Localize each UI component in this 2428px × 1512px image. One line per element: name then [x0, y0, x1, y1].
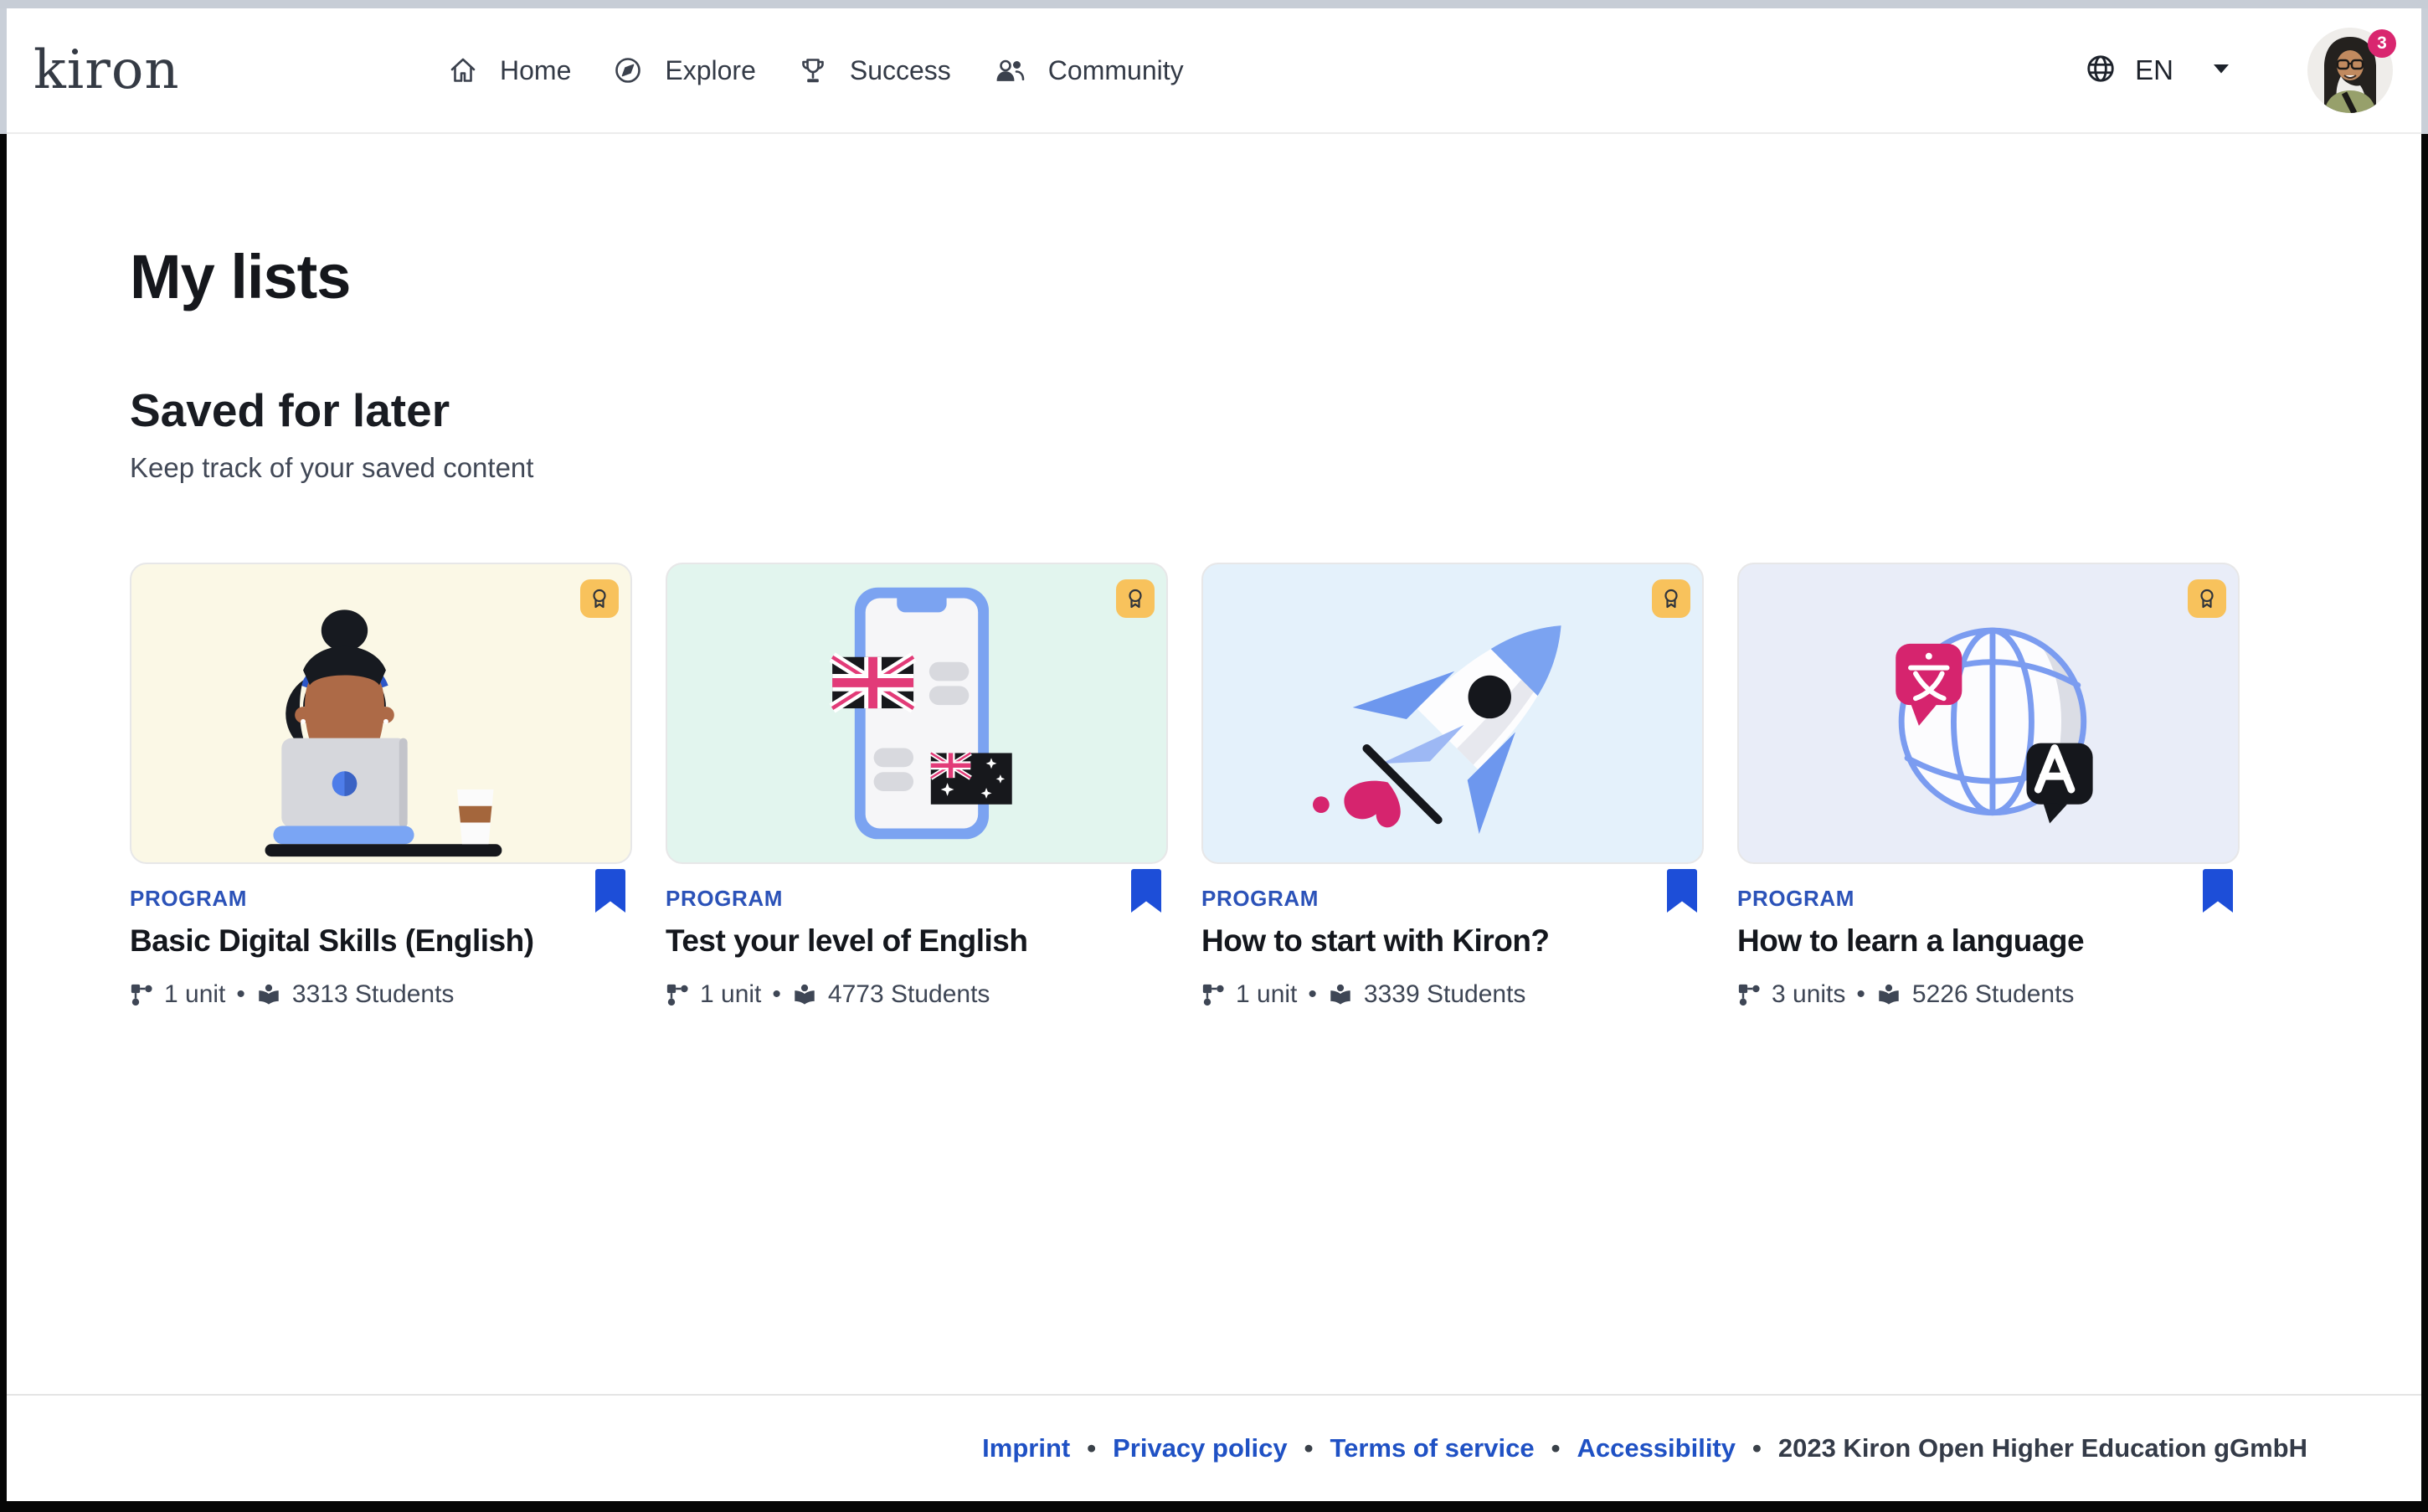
card-illustration-globe-translate — [1737, 563, 2240, 864]
students-label: 5226 Students — [1912, 980, 2075, 1009]
home-icon — [448, 55, 478, 85]
meta-separator: • — [1308, 980, 1317, 1009]
window-frame-bottom — [0, 1501, 2428, 1512]
students-icon — [792, 982, 817, 1007]
card-meta: 1 unit • 3313 Students — [130, 980, 632, 1009]
footer-separator: • — [1304, 1433, 1314, 1463]
footer-link-terms-of-service[interactable]: Terms of service — [1330, 1433, 1534, 1463]
card-meta: 1 unit • 3339 Students — [1201, 980, 1704, 1009]
units-icon — [1201, 983, 1225, 1006]
award-badge — [1652, 579, 1690, 618]
students-label: 3313 Students — [292, 980, 455, 1009]
card-illustration-rocket — [1201, 563, 1704, 864]
award-badge — [580, 579, 619, 618]
card-title: How to start with Kiron? — [1201, 923, 1704, 959]
footer-link-privacy-policy[interactable]: Privacy policy — [1113, 1433, 1288, 1463]
footer-separator: • — [1087, 1433, 1096, 1463]
footer-link-imprint[interactable]: Imprint — [982, 1433, 1070, 1463]
section-title: Saved for later — [130, 383, 450, 437]
students-label: 4773 Students — [828, 980, 990, 1009]
kiron-logo[interactable]: kiron — [33, 39, 180, 101]
person-at-laptop-illustration — [131, 564, 630, 862]
meta-separator: • — [236, 980, 245, 1009]
globe-translate-illustration — [1739, 564, 2238, 862]
meta-separator: • — [772, 980, 781, 1009]
window-frame-left-header — [0, 8, 7, 134]
bookmark-button[interactable] — [1667, 869, 1697, 915]
nav-label: Explore — [665, 55, 756, 86]
section-subtitle: Keep track of your saved content — [130, 452, 533, 484]
units-label: 1 unit — [164, 980, 225, 1009]
compass-icon — [613, 55, 643, 85]
trophy-icon — [798, 55, 828, 85]
bookmark-button[interactable] — [2203, 869, 2233, 915]
award-badge — [1116, 579, 1155, 618]
nav-label: Success — [850, 55, 951, 86]
meta-separator: • — [1856, 980, 1865, 1009]
card-illustration-person-at-laptop — [130, 563, 632, 864]
footer-separator: • — [1551, 1433, 1561, 1463]
card-info: PROGRAM How to learn a language 3 units … — [1737, 864, 2240, 1009]
card-meta: 1 unit • 4773 Students — [666, 980, 1168, 1009]
card-title: How to learn a language — [1737, 923, 2240, 959]
nav-label: Community — [1048, 55, 1184, 86]
language-code: EN — [2135, 54, 2173, 86]
globe-icon — [2085, 53, 2117, 89]
program-card[interactable]: PROGRAM How to learn a language 3 units … — [1737, 563, 2240, 1009]
bookmark-button[interactable] — [1131, 869, 1161, 915]
program-card[interactable]: PROGRAM Test your level of English 1 uni… — [666, 563, 1168, 1009]
people-icon — [993, 55, 1026, 85]
nav-item-success[interactable]: Success — [798, 55, 951, 86]
nav-item-explore[interactable]: Explore — [613, 55, 756, 86]
header-right-cluster: EN 3 — [2085, 8, 2393, 132]
window-frame-top — [0, 0, 2428, 8]
footer-link-accessibility[interactable]: Accessibility — [1577, 1433, 1736, 1463]
units-label: 1 unit — [700, 980, 761, 1009]
footer-copyright: 2023 Kiron Open Higher Education gGmbH — [1778, 1433, 2307, 1463]
students-label: 3339 Students — [1364, 980, 1526, 1009]
award-badge — [2188, 579, 2226, 618]
nav-label: Home — [500, 55, 571, 86]
window-frame-right-header — [2421, 8, 2428, 134]
card-tag: PROGRAM — [1201, 864, 1704, 912]
footer: Imprint • Privacy policy • Terms of serv… — [7, 1394, 2421, 1501]
card-illustration-phone-with-flags — [666, 563, 1168, 864]
window-frame-right — [2421, 134, 2428, 1512]
rocket-illustration — [1203, 564, 1702, 862]
units-icon — [130, 983, 153, 1006]
nav-item-community[interactable]: Community — [993, 55, 1184, 86]
units-label: 1 unit — [1236, 980, 1297, 1009]
students-icon — [1328, 982, 1353, 1007]
card-tag: PROGRAM — [1737, 864, 2240, 912]
nav-item-home[interactable]: Home — [448, 55, 571, 86]
card-info: PROGRAM How to start with Kiron? 1 unit … — [1201, 864, 1704, 1009]
window-frame-left — [0, 134, 7, 1512]
units-icon — [666, 983, 689, 1006]
user-avatar[interactable]: 3 — [2307, 28, 2393, 113]
card-tag: PROGRAM — [130, 864, 632, 912]
saved-cards-row: PROGRAM Basic Digital Skills (English) 1… — [130, 563, 2240, 1009]
program-card[interactable]: PROGRAM How to start with Kiron? 1 unit … — [1201, 563, 1704, 1009]
card-tag: PROGRAM — [666, 864, 1168, 912]
language-switcher[interactable]: EN — [2085, 53, 2230, 89]
card-title: Test your level of English — [666, 923, 1168, 959]
program-card[interactable]: PROGRAM Basic Digital Skills (English) 1… — [130, 563, 632, 1009]
bookmark-button[interactable] — [595, 869, 625, 915]
students-icon — [256, 982, 281, 1007]
page-title: My lists — [130, 241, 350, 312]
notification-badge: 3 — [2368, 29, 2396, 58]
footer-separator: • — [1752, 1433, 1762, 1463]
card-info: PROGRAM Test your level of English 1 uni… — [666, 864, 1168, 1009]
chevron-down-icon — [2212, 63, 2230, 79]
main-nav: Home Explore Success — [448, 8, 1184, 132]
card-info: PROGRAM Basic Digital Skills (English) 1… — [130, 864, 632, 1009]
card-meta: 3 units • 5226 Students — [1737, 980, 2240, 1009]
card-title: Basic Digital Skills (English) — [130, 923, 632, 959]
units-icon — [1737, 983, 1761, 1006]
students-icon — [1876, 982, 1901, 1007]
top-nav-bar: kiron Home Explore — [7, 8, 2421, 134]
units-label: 3 units — [1772, 980, 1845, 1009]
phone-with-flags-illustration — [667, 564, 1166, 862]
